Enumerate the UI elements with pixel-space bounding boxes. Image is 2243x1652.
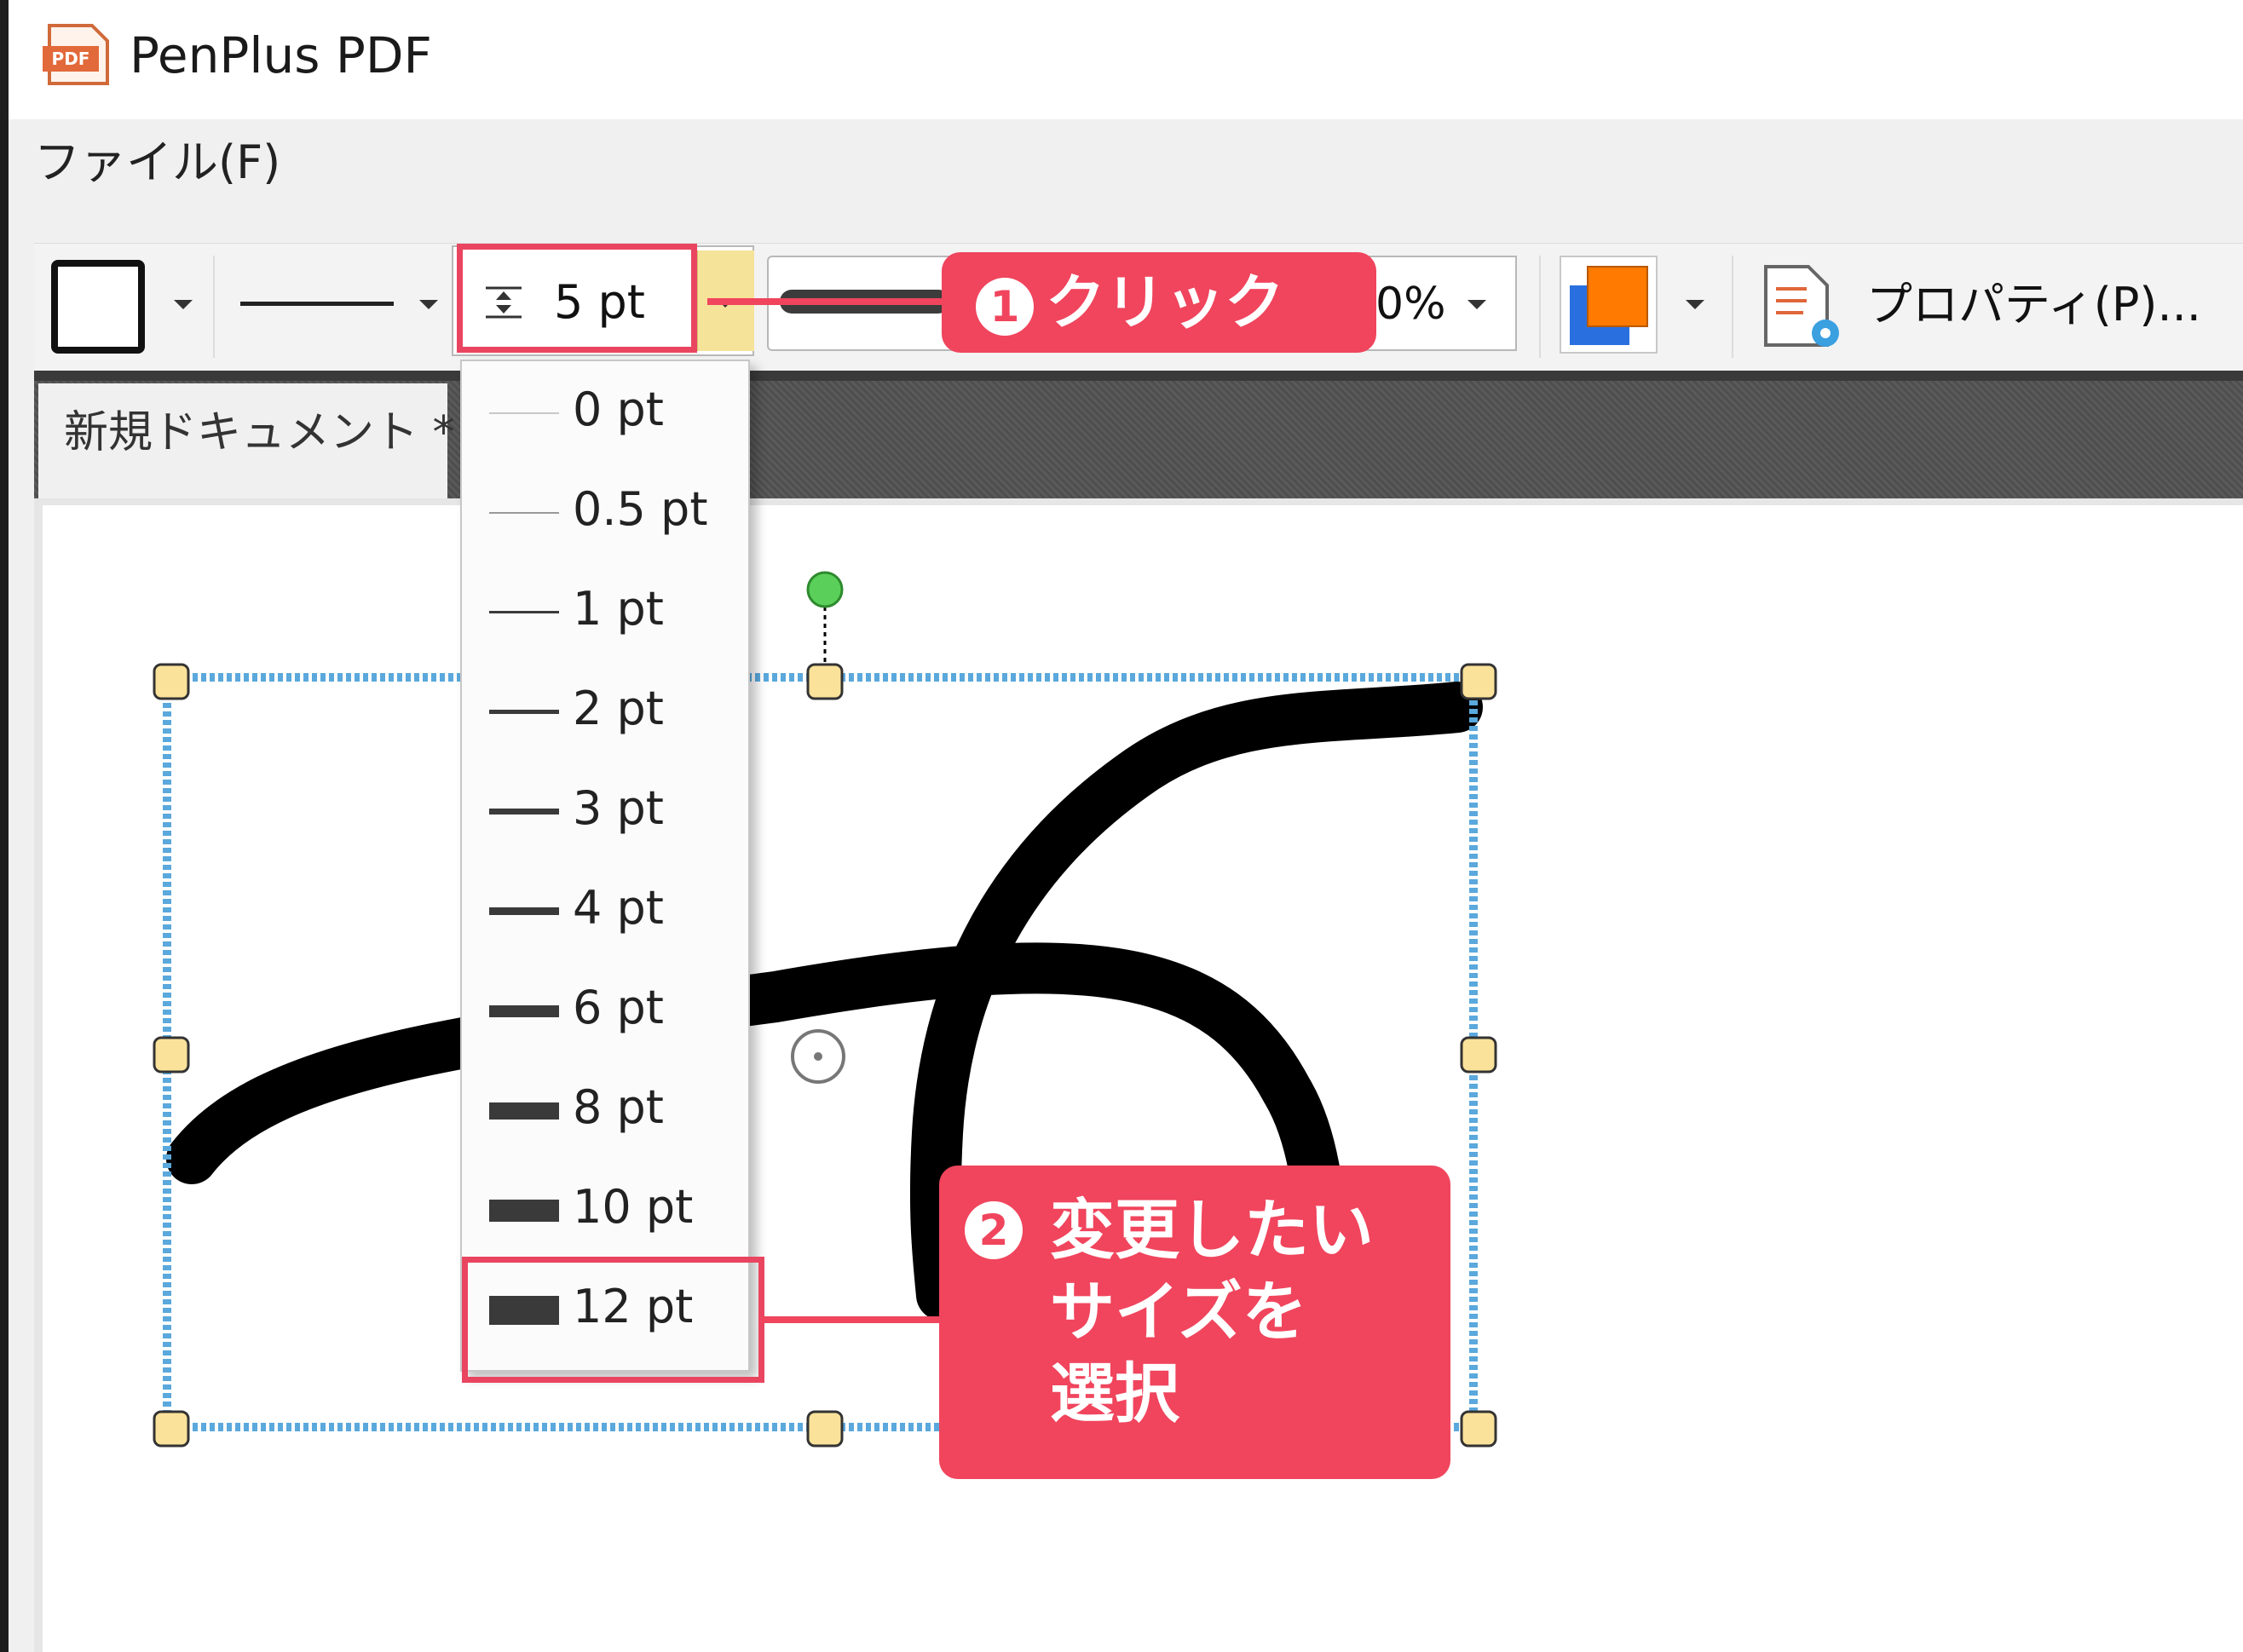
app-window: PDF PenPlus PDF ファイル(F) 5 pt 0% プロパティ(P)… [9, 0, 2243, 1652]
step-number-badge: 1 [976, 277, 1034, 336]
width-option[interactable]: 0.5 pt [477, 466, 733, 560]
width-option-label: 0 pt [573, 383, 664, 436]
callout-connector-1 [707, 298, 946, 305]
resize-handle-nw [153, 663, 190, 700]
width-option-label: 0.5 pt [573, 482, 708, 536]
width-option-label: 4 pt [573, 881, 664, 935]
resize-handle-s [806, 1410, 844, 1448]
resize-handle-ne [1460, 663, 1497, 700]
callout-text-line: 変更したい [1050, 1192, 1374, 1268]
width-option-label: 6 pt [573, 981, 664, 1034]
callout-text: クリック [1046, 268, 1284, 337]
callout-step2: 2 変更したい サイズを 選択 [939, 1166, 1450, 1479]
highlight-box-step2 [462, 1257, 764, 1383]
width-option[interactable]: 2 pt [477, 665, 733, 759]
resize-handle-w [153, 1036, 190, 1074]
width-option[interactable]: 8 pt [477, 1064, 733, 1158]
resize-handle-sw [153, 1410, 190, 1448]
callout-text-line: 選択 [1050, 1356, 1179, 1431]
resize-handle-e [1460, 1036, 1497, 1074]
width-option[interactable]: 10 pt [477, 1164, 733, 1258]
width-option[interactable]: 3 pt [477, 765, 733, 859]
width-option[interactable]: 0 pt [477, 366, 733, 460]
width-option[interactable]: 1 pt [477, 566, 733, 659]
callout-text-line: サイズを [1050, 1274, 1307, 1350]
resize-handle-se [1460, 1410, 1497, 1448]
width-option-label: 3 pt [573, 781, 664, 835]
width-option-label: 8 pt [573, 1080, 664, 1134]
width-option-label: 2 pt [573, 682, 664, 735]
width-option[interactable]: 4 pt [477, 865, 733, 958]
width-option-label: 1 pt [573, 582, 664, 636]
resize-handle-n [806, 663, 844, 700]
callout-connector-2 [758, 1316, 942, 1323]
width-option-label: 10 pt [573, 1180, 694, 1234]
width-option[interactable]: 6 pt [477, 964, 733, 1058]
rotate-handle[interactable] [806, 571, 844, 608]
step-number-badge: 2 [965, 1201, 1023, 1259]
callout-step1: 1 クリック [942, 252, 1376, 353]
